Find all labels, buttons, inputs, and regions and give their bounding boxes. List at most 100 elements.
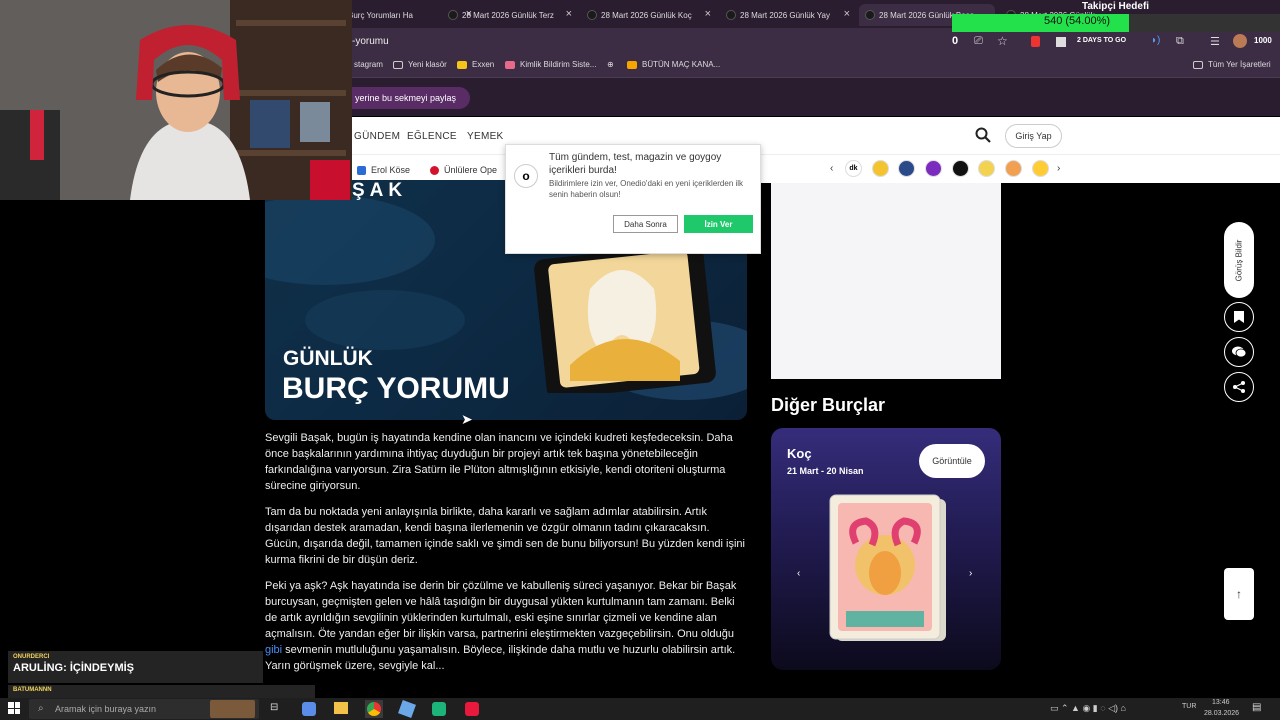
story-item[interactable] xyxy=(978,160,995,177)
close-icon[interactable]: × xyxy=(844,8,850,20)
chat-username: BATUMANNN xyxy=(13,687,52,693)
bookmark-item[interactable]: ⊕ xyxy=(607,60,614,69)
tab-favicon-icon xyxy=(587,10,597,20)
webcam-scene xyxy=(0,0,352,200)
toolbar-counter: 0 xyxy=(952,35,959,47)
story-item[interactable] xyxy=(952,160,969,177)
app-icon[interactable] xyxy=(302,702,316,716)
allow-button[interactable]: İzin Ver xyxy=(684,215,753,233)
article-paragraph: Peki ya aşk? Aşk hayatında ise derin bir… xyxy=(265,578,747,674)
language-indicator[interactable]: TUR xyxy=(1182,703,1196,710)
article-paragraph: Tam da bu noktada yeni anlayışınla birli… xyxy=(265,506,745,566)
browser-tab[interactable]: 28 Mart 2026 Günlük Yay × xyxy=(720,4,856,26)
globe-icon: ⊕ xyxy=(607,60,614,69)
comments-button[interactable] xyxy=(1224,337,1254,367)
aries-tarot-card xyxy=(829,494,946,641)
search-icon[interactable] xyxy=(974,126,992,144)
story-dk[interactable]: dk xyxy=(845,160,862,177)
tab-label: 28 Mart 2026 Günlük Terz xyxy=(462,10,554,20)
story-item[interactable] xyxy=(1032,160,1049,177)
share-icon xyxy=(1233,381,1245,393)
app-icon[interactable] xyxy=(465,702,479,716)
screen: Burç Yorumları Ha × 28 Mart 2026 Günlük T… xyxy=(0,0,1280,720)
countdown-text: 2 DAYS TO GO xyxy=(1077,37,1127,44)
share-tab-button[interactable]: n yerine bu sekmeyi paylaş xyxy=(340,87,470,109)
clock-time[interactable]: 13:46 xyxy=(1212,699,1230,706)
scroll-to-top-button[interactable]: ↑ xyxy=(1224,568,1254,620)
nav-link-gundem[interactable]: GÜNDEM xyxy=(354,131,400,142)
explorer-icon[interactable] xyxy=(334,702,348,714)
extension-icon[interactable]: ◗) xyxy=(1151,35,1160,46)
ad-placeholder xyxy=(771,183,1001,379)
bookmark-item[interactable]: Kimlik Bildirim Siste... xyxy=(505,60,596,69)
bookmark-label: Kimlik Bildirim Siste... xyxy=(520,60,597,69)
avatar[interactable] xyxy=(1233,34,1247,48)
login-button[interactable]: Giriş Yap xyxy=(1005,124,1062,148)
bookmark-item[interactable]: Exxen xyxy=(457,60,494,69)
view-button[interactable]: Görüntüle xyxy=(919,444,985,478)
bookmark-label: BÜTÜN MAÇ KANA... xyxy=(642,60,721,69)
story-item[interactable] xyxy=(1005,160,1022,177)
chevron-left-icon[interactable]: ‹ xyxy=(830,163,833,174)
share-button[interactable] xyxy=(1224,372,1254,402)
chat-message xyxy=(8,685,315,699)
bookmark-star-icon[interactable]: ☆ xyxy=(997,34,1008,48)
bookmark-button[interactable] xyxy=(1224,302,1254,332)
subnav-item[interactable]: Erol Köse xyxy=(357,165,410,175)
popup-body: Bildirimlere izin ver, Onedio'daki en ye… xyxy=(549,179,744,199)
chrome-icon[interactable] xyxy=(367,702,381,716)
close-icon[interactable]: × xyxy=(566,8,572,20)
windows-start-icon[interactable] xyxy=(8,702,20,714)
feedback-label: Görüş Bildir xyxy=(1234,239,1244,281)
all-bookmarks[interactable]: Tüm Yer İşaretleri xyxy=(1193,60,1271,69)
task-view-icon[interactable]: ⊟ xyxy=(270,702,278,713)
extension-icon[interactable] xyxy=(1031,36,1040,47)
nav-link-eglence[interactable]: EĞLENCE xyxy=(407,131,457,142)
bookmark-item[interactable]: Yeni klasör xyxy=(393,60,447,69)
extension-icon[interactable] xyxy=(1056,37,1066,47)
sign-card-dates: 21 Mart - 20 Nisan xyxy=(787,466,864,476)
tarot-card-illustration xyxy=(534,245,716,393)
subnav-item[interactable]: Ünlülere Ope xyxy=(430,165,497,175)
close-icon[interactable]: × xyxy=(705,8,711,20)
carousel-prev-icon[interactable]: ‹ xyxy=(797,568,800,579)
tab-label: 28 Mart 2026 Günlük Yay xyxy=(740,10,830,20)
browser-tab[interactable]: 28 Mart 2026 Günlük Koç × xyxy=(581,4,717,26)
cursor-icon: ➤ xyxy=(461,411,473,427)
notification-icon[interactable]: ▤ xyxy=(1252,702,1261,713)
folder-icon xyxy=(1193,60,1203,69)
arrow-up-icon: ↑ xyxy=(1236,587,1242,601)
feedback-button[interactable]: Görüş Bildir xyxy=(1224,222,1254,298)
tray-icons[interactable]: ▭ ⌃ ▲ ◉ ▮ ◌ ◁) ⌂ xyxy=(1050,703,1126,714)
paragraph-text: Peki ya aşk? Aşk hayatında ise derin bir… xyxy=(265,580,737,640)
tab-favicon-icon xyxy=(726,10,736,20)
chevron-right-icon[interactable]: › xyxy=(1057,163,1060,174)
browser-tab[interactable]: 28 Mart 2026 Günlük Terz × xyxy=(442,4,578,26)
follower-goal-text: 540 (54.00%) xyxy=(1043,15,1111,27)
paragraph-text: sevmenin mutluluğunu yaşamalısın. Böylec… xyxy=(265,644,736,672)
nav-link-yemek[interactable]: YEMEK xyxy=(467,131,504,142)
story-item[interactable] xyxy=(872,160,889,177)
article-paragraph: Sevgili Başak, bugün iş hayatında kendin… xyxy=(265,432,733,492)
hero-title-small: GÜNLÜK xyxy=(283,347,373,370)
folder-icon xyxy=(393,60,403,69)
clock-date[interactable]: 28.03.2026 xyxy=(1204,710,1239,717)
carousel-next-icon[interactable]: › xyxy=(969,568,972,579)
bookmark-item[interactable]: stagram xyxy=(354,60,383,69)
follower-goal-title: Takipçi Hedefi xyxy=(1082,1,1150,12)
app-icon[interactable] xyxy=(432,702,446,716)
subnav-label: Ünlülere Ope xyxy=(444,165,498,175)
extensions-puzzle-icon[interactable]: ⧉ xyxy=(1176,35,1184,48)
cast-icon[interactable]: ⎚ xyxy=(974,35,983,48)
inline-link[interactable]: gibi xyxy=(265,644,282,656)
later-button[interactable]: Daha Sonra xyxy=(613,215,678,233)
chat-text: ARULİNG: İÇİNDEYMİŞ xyxy=(13,662,134,674)
url-field[interactable]: -yorumu xyxy=(352,36,389,47)
chat-username: ONURDERCI xyxy=(13,654,50,660)
sign-card-name: Koç xyxy=(787,446,812,461)
story-item[interactable] xyxy=(925,160,942,177)
bookmark-item[interactable]: BÜTÜN MAÇ KANA... xyxy=(627,60,720,69)
menu-lines-icon[interactable]: ☰ xyxy=(1210,35,1220,48)
story-item[interactable] xyxy=(898,160,915,177)
bookmark-label: Exxen xyxy=(472,60,495,69)
